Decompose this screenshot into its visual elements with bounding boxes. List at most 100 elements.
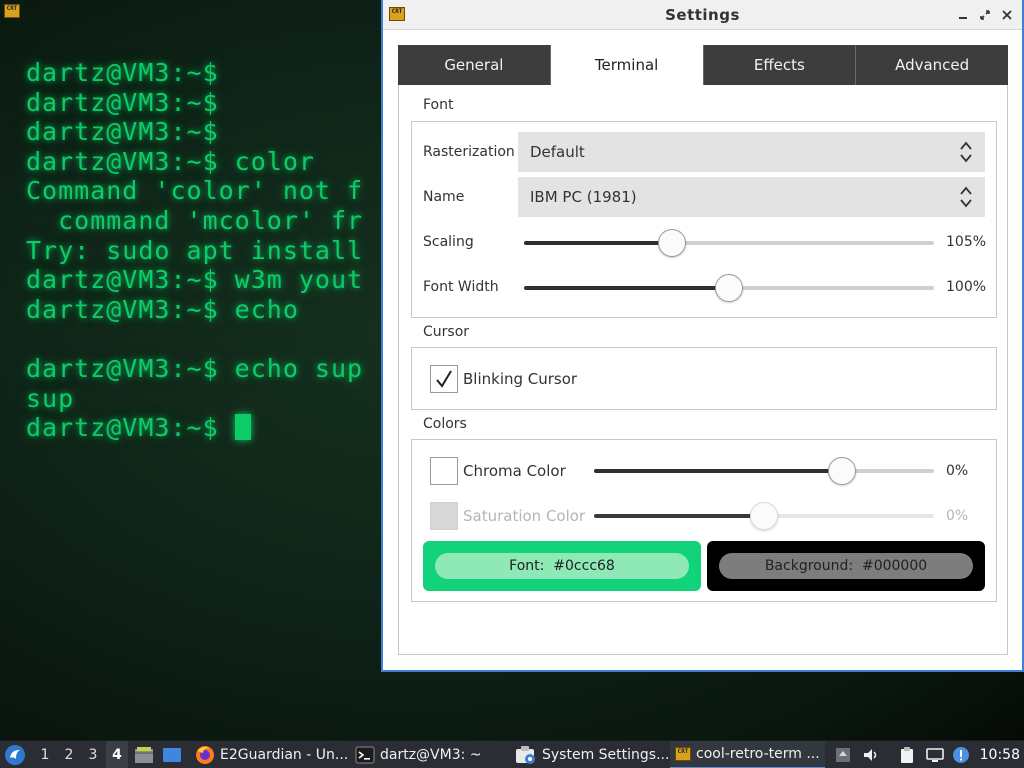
crt-app-icon: CRT xyxy=(4,4,20,18)
clipboard-tray-button[interactable] xyxy=(898,741,916,768)
font-color-value: #0ccc68 xyxy=(553,558,615,574)
title-bar[interactable]: CRT Settings xyxy=(383,0,1022,30)
terminal-line: Command 'color' not f xyxy=(26,176,363,206)
restore-icon xyxy=(980,10,990,20)
workspace-1[interactable]: 1 xyxy=(34,741,56,768)
terminal-output[interactable]: dartz@VM3:~$ dartz@VM3:~$ dartz@VM3:~$ dart… xyxy=(26,58,363,443)
blinking-cursor-checkbox[interactable] xyxy=(430,365,458,393)
task-system-settings[interactable]: System Settings... xyxy=(510,741,674,768)
update-notifier-tray-button[interactable] xyxy=(952,741,970,768)
font-name-combobox[interactable]: IBM PC (1981) xyxy=(518,177,985,217)
workspace-label: 1 xyxy=(40,747,50,763)
upload-tray-button[interactable] xyxy=(834,741,852,768)
cursor-group-title: Cursor xyxy=(423,324,470,340)
font-width-slider[interactable] xyxy=(524,274,934,302)
firefox-icon xyxy=(196,746,214,764)
task-label: E2Guardian - Un... xyxy=(220,747,349,763)
terminal-line: sup xyxy=(26,384,363,414)
volume-icon xyxy=(864,749,877,761)
crt-app-icon: CRT xyxy=(389,7,405,21)
colors-group: Chroma Color 0% Saturation Color 0% Font… xyxy=(411,439,997,602)
clock[interactable]: 10:58 xyxy=(980,741,1020,768)
clipboard-icon xyxy=(901,747,913,763)
upload-icon xyxy=(836,748,850,762)
font-group: Rasterization Default Name IBM PC (1981)… xyxy=(411,121,997,318)
chroma-color-label: Chroma Color xyxy=(463,462,566,480)
up-down-arrows-icon xyxy=(960,141,972,163)
background-color-button[interactable]: Background: #000000 xyxy=(707,541,985,591)
terminal-line-text: Command 'color' not f xyxy=(26,176,364,206)
terminal-line: dartz@VM3:~$ echo sup xyxy=(26,354,363,384)
task-e2guardian[interactable]: E2Guardian - Un... xyxy=(190,741,353,768)
workspace-4[interactable]: 4 xyxy=(106,741,128,768)
update-notifier-icon xyxy=(953,747,969,763)
tab-label: General xyxy=(444,56,504,74)
desktop-launcher[interactable] xyxy=(162,741,182,768)
close-button[interactable] xyxy=(998,6,1016,24)
tab-label: Advanced xyxy=(895,56,970,74)
display-tray-button[interactable] xyxy=(926,741,944,768)
terminal-cursor xyxy=(234,414,251,441)
task-label: dartz@VM3: ~ xyxy=(380,747,482,763)
task-terminal[interactable]: dartz@VM3: ~ xyxy=(350,741,487,768)
start-menu-button[interactable] xyxy=(4,741,26,768)
tab-advanced[interactable]: Advanced xyxy=(856,45,1008,85)
font-name-label: Name xyxy=(423,189,465,205)
up-down-arrows-icon xyxy=(960,186,972,208)
blinking-cursor-label: Blinking Cursor xyxy=(463,370,578,388)
file-manager-icon xyxy=(135,747,153,763)
font-width-slider-fill xyxy=(524,286,729,290)
scaling-slider-fill xyxy=(524,241,672,245)
font-width-slider-handle[interactable] xyxy=(715,274,743,302)
cursor-group: Blinking Cursor xyxy=(411,347,997,410)
rasterization-combobox[interactable]: Default xyxy=(518,132,985,172)
minimize-icon xyxy=(959,17,967,19)
font-width-label: Font Width xyxy=(423,279,499,295)
volume-tray-button[interactable] xyxy=(862,741,880,768)
chroma-color-slider-handle[interactable] xyxy=(828,457,856,485)
file-manager-launcher[interactable] xyxy=(134,741,154,768)
saturation-color-checkbox[interactable] xyxy=(430,502,458,530)
font-group-title: Font xyxy=(423,97,454,113)
background-color-button-inner: Background: #000000 xyxy=(719,553,973,579)
saturation-color-label: Saturation Color xyxy=(463,507,586,525)
chroma-color-slider-fill xyxy=(594,469,842,473)
window-title: Settings xyxy=(665,5,740,24)
font-color-button-inner: Font: #0ccc68 xyxy=(435,553,689,579)
terminal-line: dartz@VM3:~$ color xyxy=(26,147,363,177)
workspace-2[interactable]: 2 xyxy=(58,741,80,768)
tab-terminal[interactable]: Terminal xyxy=(550,45,704,85)
restore-button[interactable] xyxy=(976,6,994,24)
saturation-color-slider[interactable] xyxy=(594,502,934,530)
tab-general[interactable]: General xyxy=(398,45,551,85)
terminal-line-text: dartz@VM3:~$ xyxy=(26,58,219,87)
rasterization-value: Default xyxy=(530,143,585,161)
workspace-3[interactable]: 3 xyxy=(82,741,104,768)
terminal-line: dartz@VM3:~$ echo xyxy=(26,295,363,325)
terminal-line-text: dartz@VM3:~$ xyxy=(26,87,219,117)
chroma-color-value: 0% xyxy=(946,463,969,479)
terminal-line-text: sup xyxy=(26,383,75,413)
font-name-value: IBM PC (1981) xyxy=(530,188,637,206)
tab-effects[interactable]: Effects xyxy=(703,45,857,85)
terminal-line: dartz@VM3:~$ xyxy=(26,413,363,443)
workspace-label: 2 xyxy=(64,747,74,763)
terminal-line: dartz@VM3:~$ xyxy=(26,117,363,147)
terminal-line: Try: sudo apt install xyxy=(26,236,363,266)
chroma-color-checkbox[interactable] xyxy=(430,457,458,485)
scaling-value: 105% xyxy=(946,234,987,250)
font-color-button[interactable]: Font: #0ccc68 xyxy=(423,541,701,591)
workspace-label: 3 xyxy=(88,747,98,763)
terminal-line-text: dartz@VM3:~$ echo sup xyxy=(26,353,364,383)
background-color-prefix: Background: xyxy=(764,558,854,574)
terminal-line: dartz@VM3:~$ xyxy=(26,58,363,88)
scaling-slider[interactable] xyxy=(524,229,934,257)
saturation-color-slider-handle[interactable] xyxy=(750,502,778,530)
minimize-button[interactable] xyxy=(954,6,972,24)
chroma-color-slider[interactable] xyxy=(594,457,934,485)
scaling-slider-handle[interactable] xyxy=(658,229,686,257)
task-label: cool-retro-term ... xyxy=(696,746,820,762)
task-cool-retro-term[interactable]: CRT cool-retro-term ... xyxy=(670,741,825,768)
workspace-label: 4 xyxy=(112,747,122,763)
